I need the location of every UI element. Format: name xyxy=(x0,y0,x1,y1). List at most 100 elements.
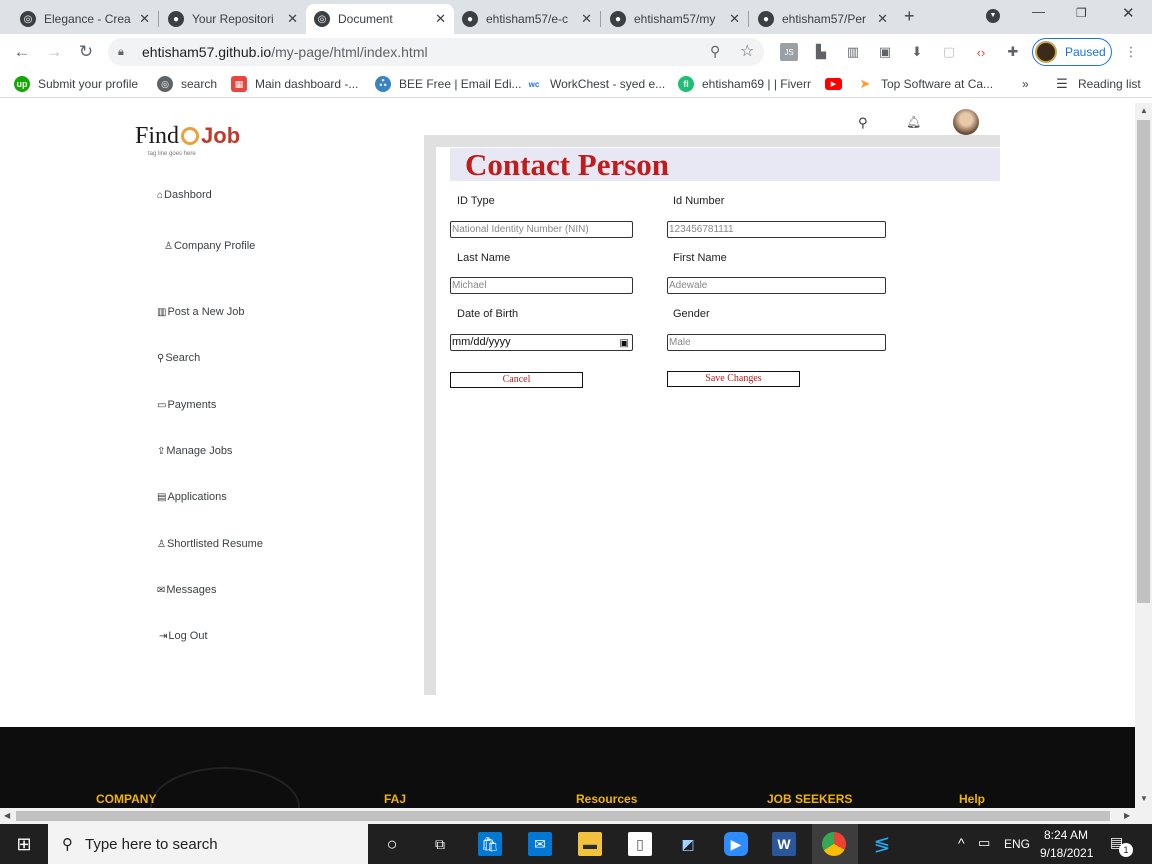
footer-heading-job-seekers: JOB SEEKERS xyxy=(767,792,853,806)
close-tab-icon[interactable]: ✕ xyxy=(729,11,740,27)
extension-icon[interactable]: ▙ xyxy=(812,43,830,61)
close-tab-icon[interactable]: ✕ xyxy=(139,11,150,27)
forward-arrow-icon[interactable]: → xyxy=(42,40,66,64)
last-name-label: Last Name xyxy=(457,252,511,264)
scroll-left-arrow-icon[interactable]: ◀ xyxy=(4,811,10,820)
clock-time[interactable]: 8:24 AM xyxy=(1044,828,1088,842)
close-tab-icon[interactable]: ✕ xyxy=(435,11,446,27)
tab-search-icon[interactable]: ▼ xyxy=(986,9,1000,23)
bookmark-star-icon[interactable]: ☆ xyxy=(740,41,754,61)
code-extension-icon[interactable]: ‹› xyxy=(972,43,990,61)
stats-extension-icon[interactable]: ▥ xyxy=(844,43,862,61)
gender-field[interactable]: Male xyxy=(667,334,886,351)
url-host: ehtisham57.github.io xyxy=(142,44,272,60)
language-indicator[interactable]: ENG xyxy=(1004,837,1030,851)
save-changes-button[interactable]: Save Changes xyxy=(667,371,800,387)
footer-heading-faj: FAJ xyxy=(384,792,407,806)
sidebar-item-payments[interactable]: ▭ Payments xyxy=(157,399,216,411)
more-menu-icon[interactable]: ⋮ xyxy=(1122,43,1140,61)
extensions-puzzle-icon[interactable]: ✚ xyxy=(1004,43,1022,61)
bookmark-item[interactable]: fi ehtisham69 | | Fiverr xyxy=(678,76,811,92)
calendar-icon[interactable]: ▣ xyxy=(620,336,629,350)
close-window-icon[interactable]: ✕ xyxy=(1122,4,1135,22)
word-icon[interactable]: W xyxy=(772,832,796,856)
close-tab-icon[interactable]: ✕ xyxy=(287,11,298,27)
restore-icon[interactable]: ❐ xyxy=(1076,6,1087,20)
sidebar-item-manage-jobs[interactable]: ⇪ Manage Jobs xyxy=(157,445,232,457)
network-icon[interactable]: ▭ xyxy=(978,835,990,851)
address-bar[interactable]: 🔒︎ ehtisham57.github.io/my-page/html/ind… xyxy=(108,38,764,66)
bookmark-item[interactable]: wc WorkChest - syed e... xyxy=(526,76,665,92)
more-bookmarks-button[interactable]: » xyxy=(1022,76,1029,92)
scroll-up-arrow-icon[interactable]: ▲ xyxy=(1140,106,1148,115)
id-number-field[interactable]: 123456781111 xyxy=(667,221,886,238)
taskbar-search-box[interactable]: ⚲ Type here to search xyxy=(48,824,368,864)
cancel-button[interactable]: Cancel xyxy=(450,372,583,388)
user-icon: ♙ xyxy=(164,240,173,252)
task-view-icon[interactable]: ⧉ xyxy=(428,832,452,856)
back-arrow-icon[interactable]: ← xyxy=(10,40,34,64)
cortana-icon[interactable]: ○ xyxy=(380,832,404,856)
sidebar-item-dashboard[interactable]: ⌂ Dashbord xyxy=(157,189,212,201)
zoom-app-icon[interactable]: ▶ xyxy=(724,832,748,856)
download-box-icon[interactable]: ▣ xyxy=(876,43,894,61)
sidebar-item-applications[interactable]: ▤ Applications xyxy=(157,491,227,503)
close-tab-icon[interactable]: ✕ xyxy=(877,11,888,27)
avatar[interactable] xyxy=(953,109,979,135)
scroll-down-arrow-icon[interactable]: ▼ xyxy=(1140,794,1148,803)
close-tab-icon[interactable]: ✕ xyxy=(581,11,592,27)
new-tab-button[interactable]: + xyxy=(904,6,915,27)
extension-icon[interactable]: ▢ xyxy=(940,43,958,61)
show-hidden-icons-icon[interactable]: ^ xyxy=(958,835,965,851)
horizontal-scroll-thumb[interactable] xyxy=(16,811,1110,821)
search-icon[interactable]: ⚲ xyxy=(858,115,868,131)
file-explorer-icon[interactable]: ▬ xyxy=(578,832,602,856)
globe-icon: ◎ xyxy=(157,76,173,92)
vscode-icon[interactable]: ≶ xyxy=(870,832,894,856)
last-name-field[interactable]: Michael xyxy=(450,277,633,294)
sidebar-item-shortlisted-resume[interactable]: ♙ Shortlisted Resume xyxy=(157,538,263,550)
chrome-icon[interactable] xyxy=(822,832,846,856)
clock-date[interactable]: 9/18/2021 xyxy=(1040,846,1093,860)
id-type-field[interactable]: National Identity Number (NIN) xyxy=(450,221,633,238)
download-icon[interactable]: ⬇ xyxy=(908,43,926,61)
sidebar-item-log-out[interactable]: ⇥ Log Out xyxy=(159,630,208,642)
bookmark-item[interactable]: up Submit your profile xyxy=(14,76,138,92)
reload-icon[interactable]: ↻ xyxy=(74,40,98,64)
vertical-scroll-thumb[interactable] xyxy=(1137,120,1150,603)
store-icon[interactable]: 🛍︎ xyxy=(478,832,502,856)
capterra-icon: ➤ xyxy=(857,76,873,92)
sidebar-item-company-profile[interactable]: ♙ Company Profile xyxy=(164,240,255,252)
bookmark-item[interactable]: ▶ xyxy=(825,76,850,92)
app-icon[interactable]: ◩ xyxy=(676,832,700,856)
mail-icon[interactable]: ✉ xyxy=(528,832,552,856)
browser-tab-active[interactable]: ◎ Document ✕ xyxy=(306,4,454,34)
json-extension-icon[interactable]: JS xyxy=(780,43,798,61)
url-path: /my-page/html/index.html xyxy=(271,44,428,60)
browser-tab[interactable]: ● ehtisham57/my ✕ xyxy=(602,4,748,34)
sidebar-item-messages[interactable]: ✉ Messages xyxy=(157,584,217,596)
form-title: Contact Person xyxy=(450,148,1000,181)
first-name-field[interactable]: Adewale xyxy=(667,277,886,294)
browser-tab[interactable]: ● ehtisham57/e-c ✕ xyxy=(454,4,600,34)
bell-icon[interactable]: 🔔︎ xyxy=(906,115,921,129)
minimize-icon[interactable]: — xyxy=(1032,4,1045,19)
notepad-icon[interactable]: ▯ xyxy=(628,832,652,856)
browser-tab[interactable]: ● ehtisham57/Per ✕ xyxy=(750,4,896,34)
bookmark-item[interactable]: ◎ search xyxy=(157,76,217,92)
envelope-icon: ✉ xyxy=(157,584,166,596)
browser-tab[interactable]: ● Your Repositori ✕ xyxy=(160,4,306,34)
date-of-birth-field[interactable]: mm/dd/yyyy ▣ xyxy=(450,334,633,351)
windows-start-icon[interactable]: ⊞ xyxy=(12,832,36,856)
zoom-icon[interactable]: ⚲ xyxy=(710,43,720,60)
sidebar-item-search[interactable]: ⚲ Search xyxy=(157,352,200,364)
logo[interactable]: Find Job xyxy=(135,123,240,150)
scroll-right-arrow-icon[interactable]: ▶ xyxy=(1124,811,1130,820)
browser-tab[interactable]: ◎ Elegance - Crea ✕ xyxy=(12,4,158,34)
profile-button[interactable]: Paused xyxy=(1032,38,1112,66)
bookmark-item[interactable]: ஃ BEE Free | Email Edi... xyxy=(375,76,522,92)
reading-list-button[interactable]: ☰ Reading list xyxy=(1054,76,1141,92)
sidebar-item-post-job[interactable]: ▥ Post a New Job xyxy=(157,306,245,318)
bookmark-item[interactable]: ➤ Top Software at Ca... xyxy=(857,76,993,92)
bookmark-item[interactable]: ▦ Main dashboard -... xyxy=(231,76,358,92)
